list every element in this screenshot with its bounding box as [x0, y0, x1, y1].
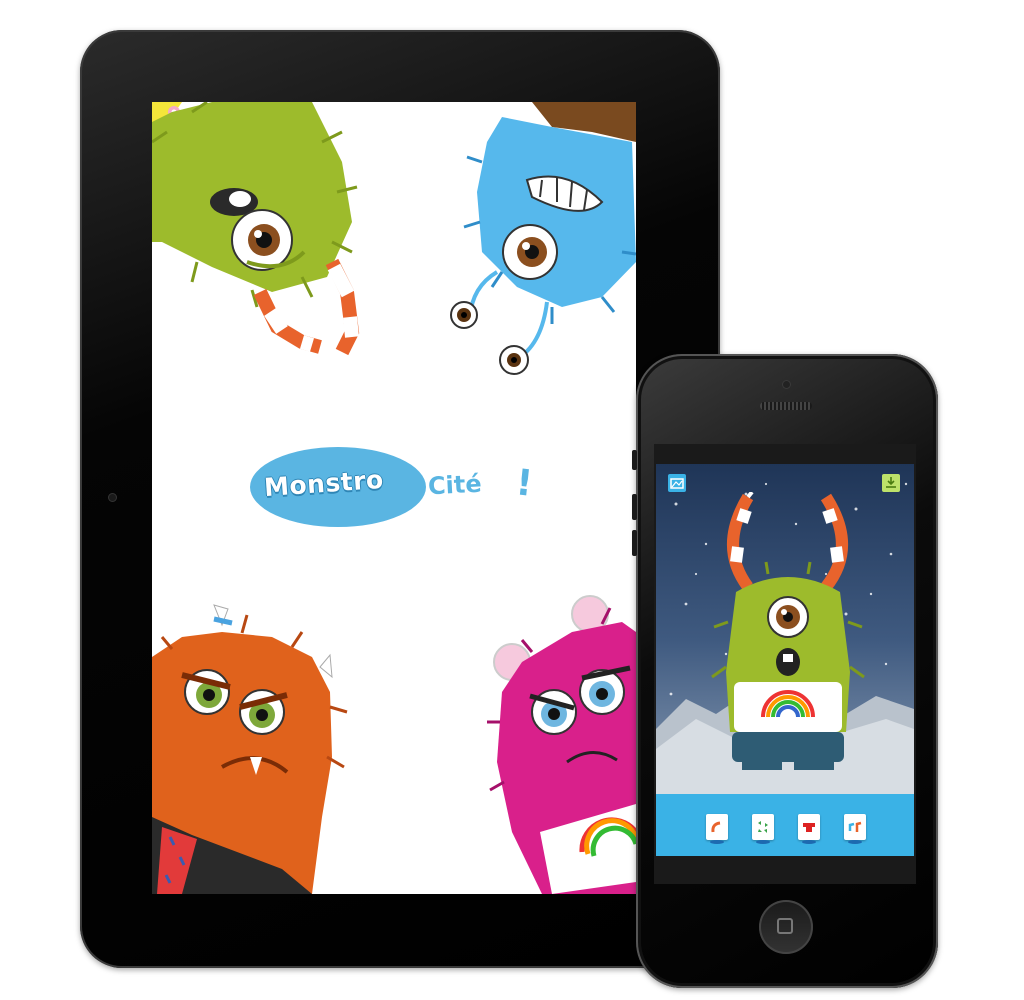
download-icon [886, 477, 896, 488]
ipad-device: Monstro Cité ! [80, 30, 720, 968]
app-logo: Monstro Cité ! [250, 447, 550, 527]
horns-icon [711, 821, 721, 833]
ipad-screen[interactable]: Monstro Cité ! [152, 102, 636, 894]
logo-exclamation: ! [513, 462, 535, 505]
pattern-icon [758, 821, 768, 833]
logo-word-cite: Cité [427, 469, 483, 501]
volume-up-button [632, 494, 637, 520]
volume-down-button [632, 530, 637, 556]
shirt-icon [803, 823, 815, 832]
download-button[interactable] [882, 474, 900, 492]
gallery-icon [670, 478, 684, 489]
tool-shirt-button[interactable] [798, 814, 820, 844]
iphone-screen [654, 444, 916, 884]
ipad-camera [108, 493, 117, 502]
tool-horns-button[interactable] [706, 814, 728, 844]
front-camera [782, 380, 791, 389]
blue-monster-illustration [450, 102, 636, 375]
tool-arms-button[interactable] [844, 814, 866, 844]
mute-switch [632, 450, 637, 470]
green-monster-avatar [711, 492, 865, 770]
arms-icon [848, 821, 862, 832]
monster-editor-screen [656, 464, 914, 856]
home-button[interactable] [759, 900, 813, 954]
pink-monster-illustration [487, 595, 636, 894]
orange-monster-illustration [152, 604, 348, 894]
tool-pattern-button[interactable] [752, 814, 774, 844]
green-monster-illustration [152, 102, 360, 356]
earpiece-speaker [760, 402, 812, 410]
iphone-device [632, 354, 938, 988]
gallery-button[interactable] [668, 474, 686, 492]
